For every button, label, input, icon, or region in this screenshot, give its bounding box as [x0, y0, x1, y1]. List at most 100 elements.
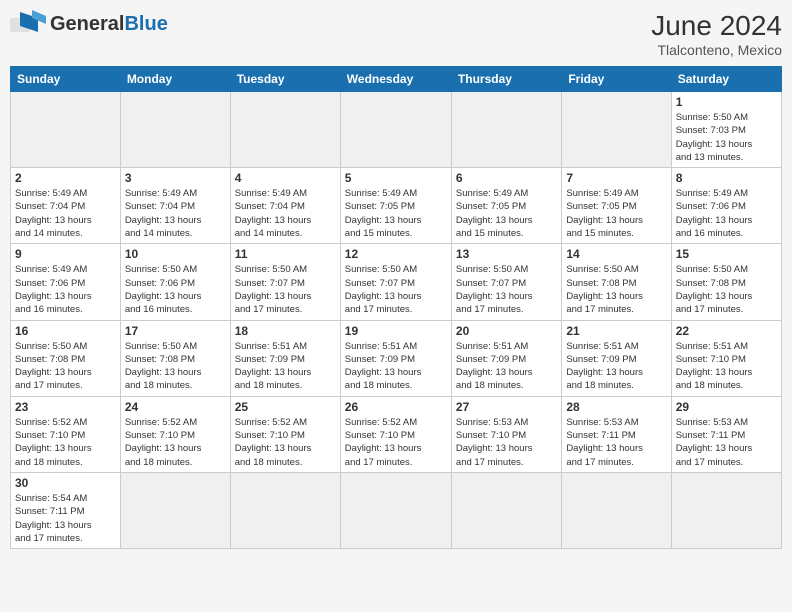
day-number: 16 — [15, 324, 116, 338]
calendar-day-cell: 18 Sunrise: 5:51 AMSunset: 7:09 PMDayligh… — [230, 320, 340, 396]
day-info: Sunrise: 5:50 AMSunset: 7:03 PMDaylight:… — [676, 111, 777, 164]
calendar-day-cell: 23 Sunrise: 5:52 AMSunset: 7:10 PMDayligh… — [11, 396, 121, 472]
day-info: Sunrise: 5:49 AMSunset: 7:06 PMDaylight:… — [15, 263, 116, 316]
calendar-day-cell: 24 Sunrise: 5:52 AMSunset: 7:10 PMDayligh… — [120, 396, 230, 472]
calendar-day-cell — [671, 472, 781, 548]
calendar-day-cell: 2 Sunrise: 5:49 AMSunset: 7:04 PMDaylight… — [11, 168, 121, 244]
calendar-day-cell: 12Sunrise: 5:50 AMSunset: 7:07 PMDayligh… — [340, 244, 451, 320]
logo: GeneralBlue — [10, 10, 168, 38]
day-number: 9 — [15, 247, 116, 261]
day-number: 29 — [676, 400, 777, 414]
day-info: Sunrise: 5:49 AMSunset: 7:04 PMDaylight:… — [235, 187, 336, 240]
location: Tlalconteno, Mexico — [651, 42, 782, 58]
day-number: 7 — [566, 171, 666, 185]
calendar-day-cell: 17 Sunrise: 5:50 AMSunset: 7:08 PMDayligh… — [120, 320, 230, 396]
logo-text: GeneralBlue — [50, 13, 168, 36]
day-info: Sunrise: 5:52 AMSunset: 7:10 PMDaylight:… — [15, 416, 116, 469]
day-number: 13 — [456, 247, 557, 261]
day-number: 1 — [676, 95, 777, 109]
calendar-day-cell: 3Sunrise: 5:49 AMSunset: 7:04 PMDaylight… — [120, 168, 230, 244]
day-number: 23 — [15, 400, 116, 414]
day-number: 19 — [345, 324, 447, 338]
day-number: 24 — [125, 400, 226, 414]
calendar-day-cell: 25 Sunrise: 5:52 AMSunset: 7:10 PMDayligh… — [230, 396, 340, 472]
day-number: 2 — [15, 171, 116, 185]
day-info: Sunrise: 5:49 AMSunset: 7:04 PMDaylight:… — [15, 187, 116, 240]
day-info: Sunrise: 5:54 AMSunset: 7:11 PMDaylight:… — [15, 492, 116, 545]
calendar-day-cell — [451, 472, 561, 548]
calendar-week-row: 2 Sunrise: 5:49 AMSunset: 7:04 PMDaylight… — [11, 168, 782, 244]
calendar-header-row: SundayMondayTuesdayWednesdayThursdayFrid… — [11, 67, 782, 92]
calendar-day-cell: 28 Sunrise: 5:53 AMSunset: 7:11 PMDayligh… — [562, 396, 671, 472]
day-info: Sunrise: 5:53 AMSunset: 7:11 PMDaylight:… — [566, 416, 666, 469]
day-number: 5 — [345, 171, 447, 185]
day-info: Sunrise: 5:50 AMSunset: 7:07 PMDaylight:… — [345, 263, 447, 316]
calendar-header-sunday: Sunday — [11, 67, 121, 92]
calendar-day-cell: 10 Sunrise: 5:50 AMSunset: 7:06 PMDayligh… — [120, 244, 230, 320]
day-number: 11 — [235, 247, 336, 261]
calendar-day-cell: 11Sunrise: 5:50 AMSunset: 7:07 PMDayligh… — [230, 244, 340, 320]
calendar-table: SundayMondayTuesdayWednesdayThursdayFrid… — [10, 66, 782, 549]
day-number: 4 — [235, 171, 336, 185]
month-title: June 2024 — [651, 10, 782, 42]
day-info: Sunrise: 5:49 AMSunset: 7:05 PMDaylight:… — [456, 187, 557, 240]
calendar-day-cell: 9 Sunrise: 5:49 AMSunset: 7:06 PMDaylight… — [11, 244, 121, 320]
day-info: Sunrise: 5:51 AMSunset: 7:10 PMDaylight:… — [676, 340, 777, 393]
day-info: Sunrise: 5:49 AMSunset: 7:05 PMDaylight:… — [345, 187, 447, 240]
calendar-day-cell: 30 Sunrise: 5:54 AMSunset: 7:11 PMDayligh… — [11, 472, 121, 548]
calendar-day-cell — [11, 92, 121, 168]
calendar-day-cell: 20Sunrise: 5:51 AMSunset: 7:09 PMDayligh… — [451, 320, 561, 396]
day-number: 8 — [676, 171, 777, 185]
calendar-day-cell — [340, 92, 451, 168]
day-info: Sunrise: 5:51 AMSunset: 7:09 PMDaylight:… — [235, 340, 336, 393]
calendar-week-row: 1 Sunrise: 5:50 AMSunset: 7:03 PMDaylight… — [11, 92, 782, 168]
calendar-day-cell: 1 Sunrise: 5:50 AMSunset: 7:03 PMDaylight… — [671, 92, 781, 168]
day-info: Sunrise: 5:50 AMSunset: 7:08 PMDaylight:… — [125, 340, 226, 393]
day-number: 25 — [235, 400, 336, 414]
day-info: Sunrise: 5:51 AMSunset: 7:09 PMDaylight:… — [566, 340, 666, 393]
day-info: Sunrise: 5:53 AMSunset: 7:10 PMDaylight:… — [456, 416, 557, 469]
day-info: Sunrise: 5:50 AMSunset: 7:06 PMDaylight:… — [125, 263, 226, 316]
day-info: Sunrise: 5:49 AMSunset: 7:05 PMDaylight:… — [566, 187, 666, 240]
day-info: Sunrise: 5:49 AMSunset: 7:04 PMDaylight:… — [125, 187, 226, 240]
calendar-week-row: 23 Sunrise: 5:52 AMSunset: 7:10 PMDayligh… — [11, 396, 782, 472]
day-info: Sunrise: 5:50 AMSunset: 7:08 PMDaylight:… — [566, 263, 666, 316]
calendar-header-monday: Monday — [120, 67, 230, 92]
day-info: Sunrise: 5:52 AMSunset: 7:10 PMDaylight:… — [125, 416, 226, 469]
calendar-day-cell — [340, 472, 451, 548]
day-number: 10 — [125, 247, 226, 261]
day-info: Sunrise: 5:51 AMSunset: 7:09 PMDaylight:… — [345, 340, 447, 393]
calendar-header-friday: Friday — [562, 67, 671, 92]
day-number: 28 — [566, 400, 666, 414]
calendar-day-cell: 6 Sunrise: 5:49 AMSunset: 7:05 PMDaylight… — [451, 168, 561, 244]
calendar-day-cell: 15Sunrise: 5:50 AMSunset: 7:08 PMDayligh… — [671, 244, 781, 320]
calendar-day-cell: 21 Sunrise: 5:51 AMSunset: 7:09 PMDayligh… — [562, 320, 671, 396]
day-number: 17 — [125, 324, 226, 338]
day-number: 14 — [566, 247, 666, 261]
calendar-week-row: 9 Sunrise: 5:49 AMSunset: 7:06 PMDaylight… — [11, 244, 782, 320]
calendar-day-cell — [562, 92, 671, 168]
calendar-day-cell: 27Sunrise: 5:53 AMSunset: 7:10 PMDayligh… — [451, 396, 561, 472]
day-info: Sunrise: 5:50 AMSunset: 7:08 PMDaylight:… — [676, 263, 777, 316]
calendar-day-cell: 7 Sunrise: 5:49 AMSunset: 7:05 PMDaylight… — [562, 168, 671, 244]
day-info: Sunrise: 5:50 AMSunset: 7:08 PMDaylight:… — [15, 340, 116, 393]
title-block: June 2024 Tlalconteno, Mexico — [651, 10, 782, 58]
header: GeneralBlue June 2024 Tlalconteno, Mexic… — [10, 10, 782, 58]
calendar-day-cell: 22Sunrise: 5:51 AMSunset: 7:10 PMDayligh… — [671, 320, 781, 396]
day-number: 6 — [456, 171, 557, 185]
calendar-day-cell — [230, 472, 340, 548]
calendar-day-cell — [451, 92, 561, 168]
day-info: Sunrise: 5:52 AMSunset: 7:10 PMDaylight:… — [235, 416, 336, 469]
day-number: 18 — [235, 324, 336, 338]
calendar-day-cell: 19 Sunrise: 5:51 AMSunset: 7:09 PMDayligh… — [340, 320, 451, 396]
calendar-day-cell — [562, 472, 671, 548]
calendar-header-saturday: Saturday — [671, 67, 781, 92]
day-info: Sunrise: 5:50 AMSunset: 7:07 PMDaylight:… — [456, 263, 557, 316]
calendar-day-cell — [230, 92, 340, 168]
calendar-day-cell: 29Sunrise: 5:53 AMSunset: 7:11 PMDayligh… — [671, 396, 781, 472]
calendar-header-tuesday: Tuesday — [230, 67, 340, 92]
calendar-day-cell: 14 Sunrise: 5:50 AMSunset: 7:08 PMDayligh… — [562, 244, 671, 320]
day-number: 30 — [15, 476, 116, 490]
day-number: 21 — [566, 324, 666, 338]
day-info: Sunrise: 5:49 AMSunset: 7:06 PMDaylight:… — [676, 187, 777, 240]
